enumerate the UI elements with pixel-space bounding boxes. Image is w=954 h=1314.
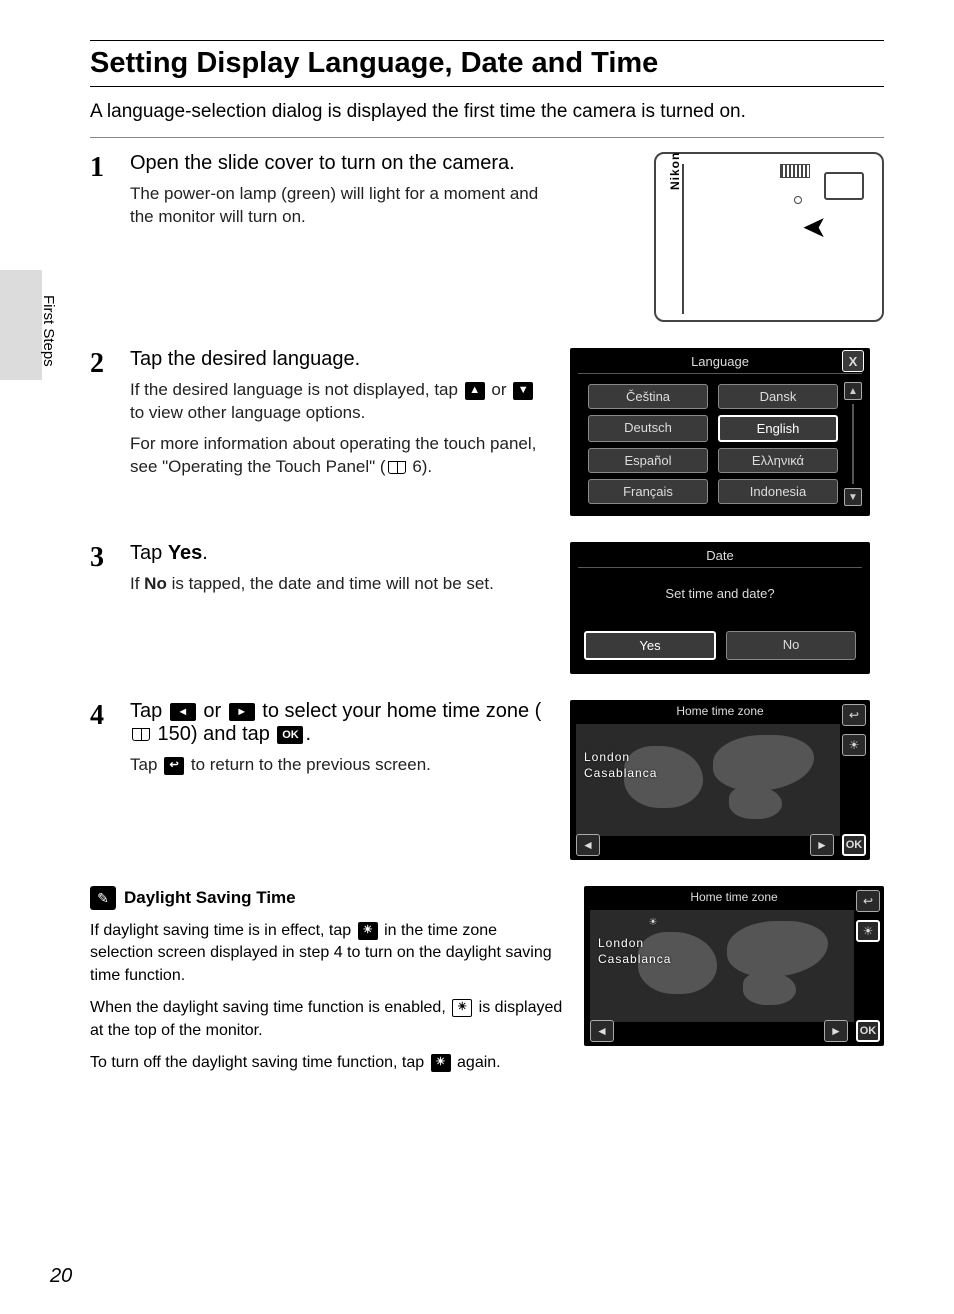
- timezone-title: Home time zone: [570, 700, 870, 722]
- tz-left-button[interactable]: ◄: [576, 834, 600, 856]
- date-question: Set time and date?: [570, 568, 870, 631]
- left-arrow-icon: ◄: [170, 703, 196, 721]
- close-button[interactable]: X: [842, 350, 864, 372]
- step-2-detail-2: For more information about operating the…: [130, 433, 550, 479]
- step-1-detail: The power-on lamp (green) will light for…: [130, 183, 550, 229]
- tz-right-button[interactable]: ►: [810, 834, 834, 856]
- dst-indicator-icon: ☀: [452, 999, 472, 1017]
- step-1: 1 Open the slide cover to turn on the ca…: [90, 152, 884, 322]
- intro-text: A language-selection dialog is displayed…: [90, 101, 884, 123]
- timezone-city: LondonCasablanca: [584, 750, 657, 781]
- top-rule: [90, 40, 884, 41]
- language-grid: Čeština Dansk Deutsch English Español Ελ…: [570, 374, 870, 516]
- back-icon: ↩: [164, 757, 184, 775]
- step-number: 3: [90, 542, 118, 674]
- scroll-up-button[interactable]: ▲: [844, 382, 862, 400]
- note-icon: ✎: [90, 886, 116, 910]
- lang-option[interactable]: Ελληνικά: [718, 448, 838, 473]
- lang-option-selected[interactable]: English: [718, 415, 838, 442]
- date-screen-title: Date: [578, 542, 862, 568]
- timezone-screen-dst: Home time zone ☀ LondonCasablanca ↩ ☀ ◄ …: [584, 886, 884, 1046]
- book-ref-icon: [388, 461, 406, 474]
- down-arrow-icon: ▼: [513, 382, 533, 400]
- tz-ok-button[interactable]: OK: [856, 1020, 880, 1042]
- step-number: 4: [90, 700, 118, 860]
- lang-option[interactable]: Español: [588, 448, 708, 473]
- step-2: 2 Tap the desired language. If the desir…: [90, 348, 884, 516]
- step-2-detail-1: If the desired language is not displayed…: [130, 379, 550, 425]
- dst-icon: ☀: [358, 922, 378, 940]
- timezone-city: LondonCasablanca: [598, 936, 671, 967]
- lang-option[interactable]: Dansk: [718, 384, 838, 409]
- note-title: Daylight Saving Time: [124, 888, 296, 908]
- book-ref-icon: [132, 728, 150, 741]
- language-screen-title: Language X: [578, 348, 862, 374]
- dst-top-indicator-icon: ☀: [644, 914, 662, 930]
- page-title: Setting Display Language, Date and Time: [90, 47, 884, 80]
- date-screen: Date Set time and date? Yes No: [570, 542, 870, 674]
- dst-icon: ☀: [431, 1054, 451, 1072]
- note-header: ✎ Daylight Saving Time: [90, 886, 564, 910]
- page-number: 20: [50, 1265, 72, 1288]
- step-1-heading: Open the slide cover to turn on the came…: [130, 152, 550, 175]
- lang-option[interactable]: Deutsch: [588, 415, 708, 442]
- camera-brand: Nikon: [668, 152, 682, 190]
- step-4-detail: Tap ↩ to return to the previous screen.: [130, 754, 550, 777]
- tz-right-button[interactable]: ►: [824, 1020, 848, 1042]
- note-body: If daylight saving time is in effect, ta…: [90, 920, 564, 1074]
- step-4-heading: Tap ◄ or ► to select your home time zone…: [130, 700, 550, 746]
- tz-back-button[interactable]: ↩: [856, 890, 880, 912]
- manual-page: First Steps Setting Display Language, Da…: [0, 0, 954, 1314]
- side-tab: [0, 270, 42, 380]
- tz-back-button[interactable]: ↩: [842, 704, 866, 726]
- slide-arrow-icon: ➤: [802, 210, 827, 245]
- dst-note-row: ✎ Daylight Saving Time If daylight savin…: [90, 886, 884, 1084]
- lang-option[interactable]: Čeština: [588, 384, 708, 409]
- step-4: 4 Tap ◄ or ► to select your home time zo…: [90, 700, 884, 860]
- step-number: 1: [90, 152, 118, 322]
- timezone-title: Home time zone: [584, 886, 884, 908]
- intro-rule: [90, 137, 884, 138]
- tz-ok-button[interactable]: OK: [842, 834, 866, 856]
- right-arrow-icon: ►: [229, 703, 255, 721]
- language-screen: Language X Čeština Dansk Deutsch English…: [570, 348, 870, 516]
- step-3: 3 Tap Yes. If No is tapped, the date and…: [90, 542, 884, 674]
- camera-illustration: Nikon ➤: [654, 152, 884, 322]
- yes-button[interactable]: Yes: [584, 631, 716, 660]
- section-label: First Steps: [40, 295, 57, 367]
- scrollbar[interactable]: [852, 404, 854, 484]
- step-3-detail: If No is tapped, the date and time will …: [130, 573, 550, 596]
- ok-icon: OK: [277, 726, 303, 744]
- step-3-heading: Tap Yes.: [130, 542, 550, 565]
- tz-dst-button[interactable]: ☀: [842, 734, 866, 756]
- scroll-down-button[interactable]: ▼: [844, 488, 862, 506]
- step-number: 2: [90, 348, 118, 516]
- lang-option[interactable]: Indonesia: [718, 479, 838, 504]
- title-underline: [90, 86, 884, 87]
- up-arrow-icon: ▲: [465, 382, 485, 400]
- no-button[interactable]: No: [726, 631, 856, 660]
- tz-left-button[interactable]: ◄: [590, 1020, 614, 1042]
- tz-dst-button-active[interactable]: ☀: [856, 920, 880, 942]
- step-2-heading: Tap the desired language.: [130, 348, 550, 371]
- lang-option[interactable]: Français: [588, 479, 708, 504]
- timezone-screen: Home time zone LondonCasablanca ↩ ☀ ◄ ► …: [570, 700, 870, 860]
